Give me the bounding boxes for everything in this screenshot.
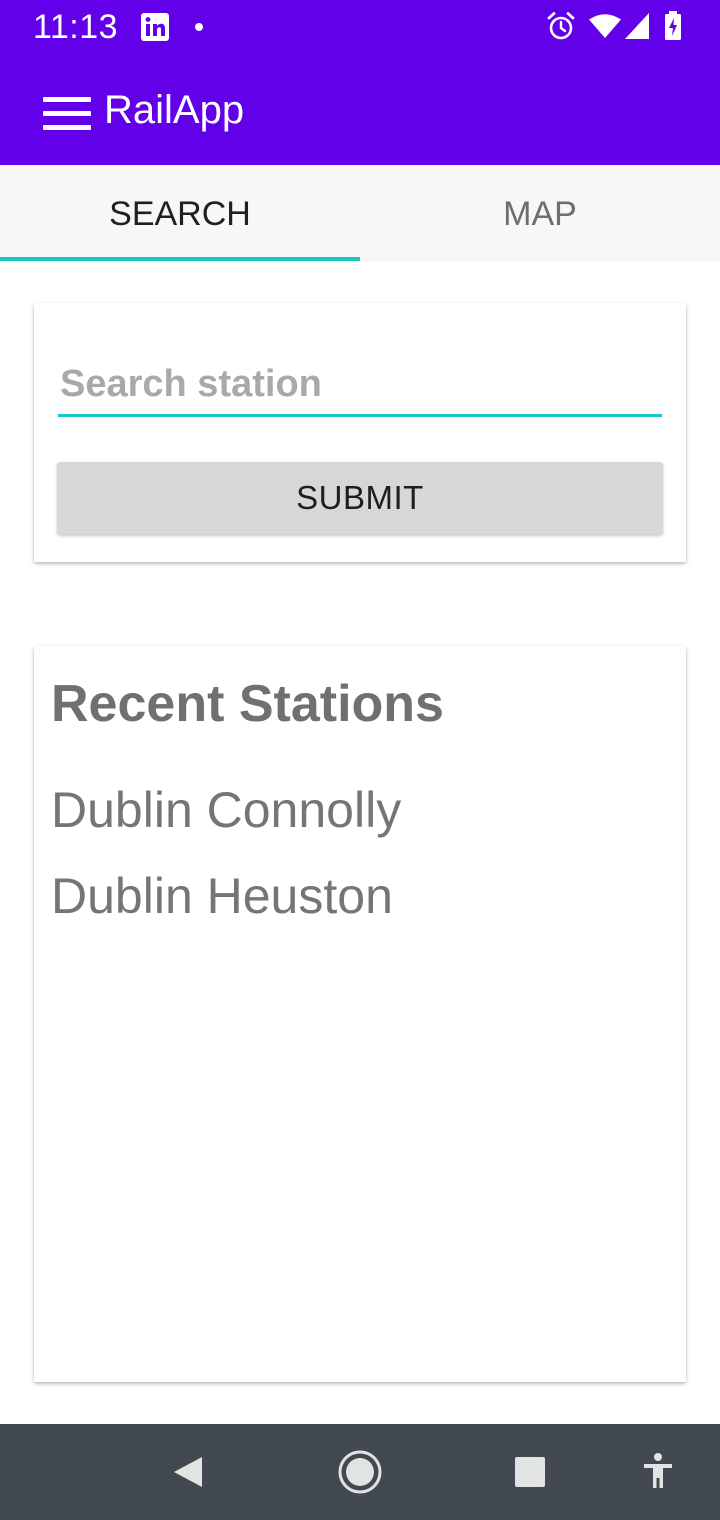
linkedin-icon <box>141 13 169 46</box>
system-nav-bar <box>0 1424 720 1520</box>
notification-dot-icon <box>195 23 203 31</box>
app-title: RailApp <box>104 88 245 132</box>
submit-button[interactable]: SUBMIT <box>57 462 663 534</box>
search-input[interactable] <box>58 355 662 417</box>
recent-stations-title: Recent Stations <box>51 675 444 733</box>
status-time: 11:13 <box>33 8 119 46</box>
accessibility-button[interactable] <box>630 1444 686 1500</box>
menu-button[interactable] <box>32 78 102 142</box>
recents-button[interactable] <box>502 1444 558 1500</box>
station-item-dublin-heuston[interactable]: Dublin Heuston <box>51 867 393 925</box>
cell-signal-icon <box>624 12 650 45</box>
tab-search[interactable]: SEARCH <box>0 165 360 261</box>
status-bar: 11:13 <box>0 0 720 56</box>
wifi-icon <box>588 13 622 44</box>
search-card: SUBMIT <box>34 303 686 562</box>
recents-icon <box>515 1457 545 1487</box>
battery-charging-icon <box>664 11 682 46</box>
station-item-dublin-connolly[interactable]: Dublin Connolly <box>51 781 401 839</box>
back-icon <box>174 1457 202 1487</box>
app-bar: RailApp <box>0 56 720 165</box>
hamburger-menu-icon <box>43 97 91 131</box>
home-button[interactable] <box>332 1444 388 1500</box>
tab-indicator <box>0 257 360 261</box>
recent-stations-card: Recent Stations Dublin Connolly Dublin H… <box>34 646 686 1382</box>
tab-bar: SEARCH MAP <box>0 165 720 261</box>
alarm-icon <box>547 11 575 46</box>
tab-map[interactable]: MAP <box>360 165 720 261</box>
home-icon <box>338 1450 382 1494</box>
accessibility-icon <box>644 1453 672 1488</box>
back-button[interactable] <box>160 1444 216 1500</box>
